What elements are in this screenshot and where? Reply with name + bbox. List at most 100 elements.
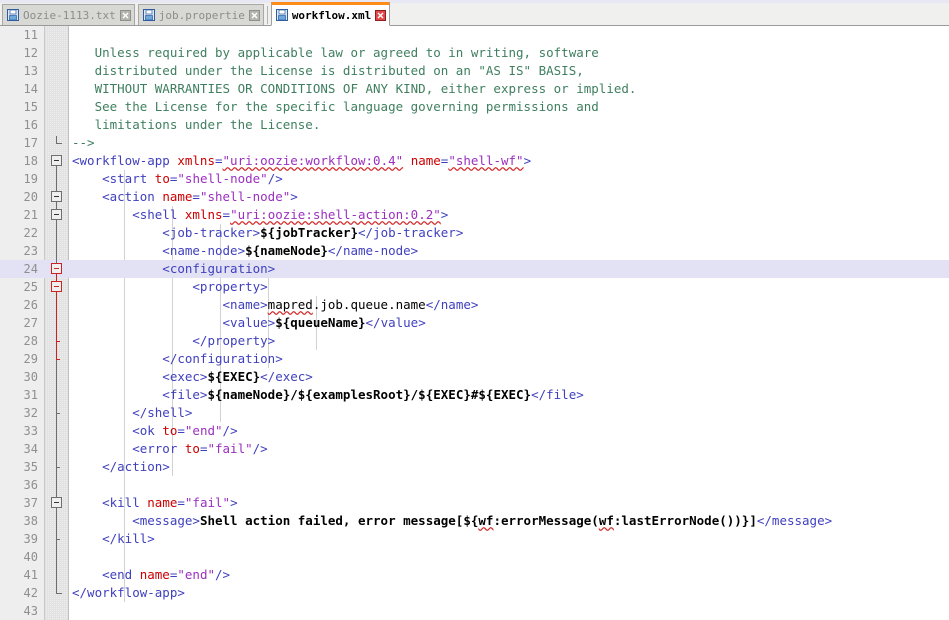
code-line[interactable]: 23 <name-node>${nameNode}</name-node> <box>0 242 949 260</box>
fold-toggle-icon[interactable] <box>51 155 62 166</box>
fold-toggle-icon[interactable] <box>51 209 62 220</box>
line-number: 36 <box>23 478 38 492</box>
code-token: </file> <box>531 387 584 402</box>
editor-tab-workflow-xml[interactable]: workflow.xml <box>270 2 391 26</box>
code-token: <workflow-app <box>72 153 178 168</box>
code-token: --> <box>72 135 95 150</box>
code-line[interactable]: 20 <action name="shell-node"> <box>0 188 949 206</box>
code-line[interactable]: 42 </workflow-app> <box>0 584 949 602</box>
code-text[interactable]: <end name="end"/> <box>72 566 230 584</box>
code-token: <name-node> <box>72 243 246 258</box>
code-line[interactable]: 26 <name>mapred.job.queue.name</name> <box>0 296 949 314</box>
code-text[interactable]: <start to="shell-node"/> <box>72 170 283 188</box>
code-line[interactable]: 38 <message>Shell action failed, error m… <box>0 512 949 530</box>
line-number: 32 <box>23 406 38 420</box>
code-text[interactable]: <exec>${EXEC}</exec> <box>72 368 313 386</box>
code-text[interactable]: WITHOUT WARRANTIES OR CONDITIONS OF ANY … <box>72 80 637 98</box>
code-token: :lastErrorNode())}] <box>613 513 757 528</box>
code-text[interactable]: </shell> <box>72 404 192 422</box>
code-token: <value> <box>72 315 276 330</box>
close-icon[interactable] <box>119 9 131 21</box>
fold-toggle-icon[interactable] <box>51 497 62 508</box>
code-line[interactable]: 37 <kill name="fail"> <box>0 494 949 512</box>
code-text[interactable]: </action> <box>72 458 170 476</box>
code-line[interactable]: 34 <error to="fail"/> <box>0 440 949 458</box>
code-lines[interactable]: 11 12 Unless required by applicable law o… <box>0 26 949 620</box>
line-number: 34 <box>23 442 38 456</box>
code-line[interactable]: 35 </action> <box>0 458 949 476</box>
line-number: 27 <box>23 316 38 330</box>
line-number: 41 <box>23 568 38 582</box>
code-line[interactable]: 27 <value>${queueName}</value> <box>0 314 949 332</box>
line-number: 15 <box>23 100 38 114</box>
code-line[interactable]: 28 </property> <box>0 332 949 350</box>
code-line[interactable]: 22 <job-tracker>${jobTracker}</job-track… <box>0 224 949 242</box>
code-text[interactable]: <error to="fail"/> <box>72 440 268 458</box>
code-token: /> <box>252 441 268 456</box>
code-line[interactable]: 25 <property> <box>0 278 949 296</box>
code-text[interactable]: <kill name="fail"> <box>72 494 238 512</box>
code-line[interactable]: 16 limitations under the License. <box>0 116 949 134</box>
tab-label: workflow.xml <box>291 8 372 22</box>
code-token: "end" <box>177 567 216 582</box>
code-text[interactable]: <ok to="end"/> <box>72 422 237 440</box>
code-line[interactable]: 31 <file>${nameNode}/${examplesRoot}/${E… <box>0 386 949 404</box>
code-text[interactable]: <name>mapred.job.queue.name</name> <box>72 296 479 314</box>
code-line[interactable]: 29 </configuration> <box>0 350 949 368</box>
code-text[interactable]: distributed under the License is distrib… <box>72 62 584 80</box>
code-text[interactable]: <value>${queueName}</value> <box>72 314 426 332</box>
code-line[interactable]: 18 <workflow-app xmlns="uri:oozie:workflo… <box>0 152 949 170</box>
code-line[interactable]: 11 <box>0 26 949 44</box>
code-text[interactable]: <configuration> <box>72 260 275 278</box>
code-token: </message> <box>756 513 833 528</box>
code-token: "fail" <box>207 441 253 456</box>
code-text[interactable]: See the License for the specific languag… <box>72 98 599 116</box>
code-line[interactable]: 13 distributed under the License is dist… <box>0 62 949 80</box>
editor-tab-oozie-1113-txt[interactable]: Oozie-1113.txt <box>2 4 135 25</box>
code-line[interactable]: 36 <box>0 476 949 494</box>
code-text[interactable]: </kill> <box>72 530 155 548</box>
code-text[interactable]: <action name="shell-node"> <box>72 188 298 206</box>
line-number: 13 <box>23 64 38 78</box>
code-token: to <box>162 423 178 438</box>
code-text[interactable]: </configuration> <box>72 350 282 368</box>
code-line[interactable]: 33 <ok to="end"/> <box>0 422 949 440</box>
close-icon[interactable] <box>375 9 387 21</box>
code-token: <message> <box>72 513 200 528</box>
code-line[interactable]: 15 See the License for the specific lang… <box>0 98 949 116</box>
code-text[interactable]: Unless required by applicable law or agr… <box>72 44 599 62</box>
code-text[interactable]: --> <box>72 134 95 152</box>
code-line[interactable]: 41 <end name="end"/> <box>0 566 949 584</box>
code-line[interactable]: 39 </kill> <box>0 530 949 548</box>
code-text[interactable]: </workflow-app> <box>72 584 185 602</box>
code-token: name <box>147 495 178 510</box>
line-number: 11 <box>23 28 38 42</box>
code-text[interactable]: <property> <box>72 278 267 296</box>
code-line[interactable]: 21 <shell xmlns="uri:oozie:shell-action:… <box>0 206 949 224</box>
code-editor[interactable]: 11 12 Unless required by applicable law o… <box>0 26 949 620</box>
code-text[interactable]: <message>Shell action failed, error mess… <box>72 512 832 530</box>
code-line[interactable]: 17 --> <box>0 134 949 152</box>
code-token: > <box>230 495 238 510</box>
code-line[interactable]: 40 <box>0 548 949 566</box>
fold-toggle-icon[interactable] <box>51 263 62 274</box>
code-line[interactable]: 30 <exec>${EXEC}</exec> <box>0 368 949 386</box>
code-token: limitations under the License. <box>72 117 321 132</box>
code-text[interactable]: <workflow-app xmlns="uri:oozie:workflow:… <box>72 152 531 170</box>
code-text[interactable]: <job-tracker>${jobTracker}</job-tracker> <box>72 224 463 242</box>
code-text[interactable]: limitations under the License. <box>72 116 321 134</box>
code-line[interactable]: 43 <box>0 602 949 620</box>
code-line[interactable]: 19 <start to="shell-node"/> <box>0 170 949 188</box>
code-line[interactable]: 14 WITHOUT WARRANTIES OR CONDITIONS OF A… <box>0 80 949 98</box>
code-line[interactable]: 12 Unless required by applicable law or … <box>0 44 949 62</box>
fold-toggle-icon[interactable] <box>51 281 62 292</box>
close-icon[interactable] <box>248 9 260 21</box>
code-text[interactable]: <file>${nameNode}/${examplesRoot}/${EXEC… <box>72 386 584 404</box>
code-text[interactable]: <shell xmlns="uri:oozie:shell-action:0.2… <box>72 206 448 224</box>
code-text[interactable]: <name-node>${nameNode}</name-node> <box>72 242 418 260</box>
code-text[interactable]: </property> <box>72 332 275 350</box>
editor-tab-job-propertie[interactable]: job.propertie <box>137 4 264 25</box>
code-line[interactable]: 24 <configuration> <box>0 260 949 278</box>
fold-toggle-icon[interactable] <box>51 191 62 202</box>
code-line[interactable]: 32 </shell> <box>0 404 949 422</box>
